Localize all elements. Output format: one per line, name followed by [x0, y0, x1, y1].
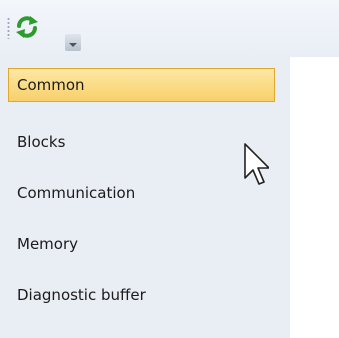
navigation-panel: Common Blocks Communication Memory Diagn…	[0, 57, 290, 338]
toolbar-grip[interactable]	[7, 17, 10, 39]
nav-item-label: Blocks	[17, 133, 66, 151]
toolbar-dropdown-button[interactable]	[65, 34, 81, 51]
refresh-icon	[16, 16, 38, 38]
dropdown-arrow-icon	[69, 43, 77, 47]
nav-item-communication[interactable]: Communication	[8, 176, 275, 210]
nav-item-blocks[interactable]: Blocks	[8, 125, 275, 159]
nav-item-label: Diagnostic buffer	[17, 286, 146, 304]
mouse-pointer-icon	[244, 143, 269, 185]
refresh-button[interactable]	[14, 14, 40, 40]
nav-item-label: Communication	[17, 184, 136, 202]
properties-view: Common Blocks Communication Memory Diagn…	[0, 0, 339, 338]
nav-item-memory[interactable]: Memory	[8, 227, 275, 261]
nav-item-common[interactable]: Common	[8, 68, 275, 102]
nav-item-label: Common	[17, 76, 85, 94]
toolbar	[0, 0, 339, 57]
nav-item-label: Memory	[17, 235, 79, 253]
nav-item-diagnostic-buffer[interactable]: Diagnostic buffer	[8, 278, 275, 312]
